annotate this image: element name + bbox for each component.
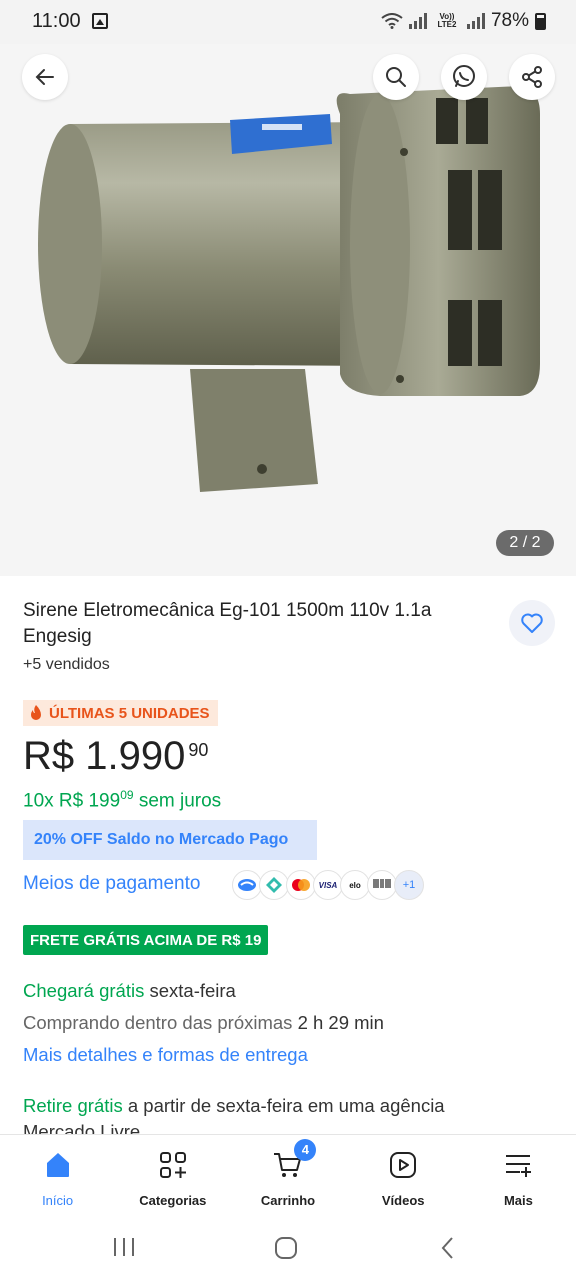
pickup-label: Retire grátis xyxy=(23,1095,123,1116)
back-nav-icon[interactable] xyxy=(438,1236,458,1260)
product-photo-siren xyxy=(38,86,540,492)
payment-icons[interactable]: VISA elo +1 xyxy=(232,870,424,900)
status-time: 11:00 xyxy=(32,10,81,32)
nav-categories-label: Categorias xyxy=(139,1193,207,1208)
arrow-left-icon xyxy=(35,69,54,85)
pickup-line: Retire grátis a partir de sexta-feira em… xyxy=(23,1095,445,1117)
visa-icon: VISA xyxy=(313,870,343,900)
installments-prefix: 10x R$ 199 xyxy=(23,790,121,812)
mastercard-icon xyxy=(286,870,316,900)
cart-badge: 4 xyxy=(294,1139,317,1161)
nav-categories[interactable]: Categorias xyxy=(115,1135,230,1214)
image-counter: 2 / 2 xyxy=(496,530,554,556)
system-navigation-bar xyxy=(0,1214,576,1280)
boleto-icon xyxy=(367,870,397,900)
last-units-text: ÚLTIMAS 5 UNIDADES xyxy=(49,704,210,722)
more-delivery-details-link[interactable]: Mais detalhes e formas de entrega xyxy=(23,1044,308,1066)
bottom-navigation: Início Categorias 4 Carrinho Vídeos Mais xyxy=(0,1134,576,1214)
nav-cart-label: Carrinho xyxy=(260,1193,316,1208)
nav-videos[interactable]: Vídeos xyxy=(346,1135,461,1214)
payment-methods-link[interactable]: Meios de pagamento xyxy=(23,873,200,895)
signal-icon xyxy=(408,13,427,29)
battery-percent: 78% xyxy=(490,10,529,31)
arrival-day: sexta-feira xyxy=(149,980,236,1001)
handshake-icon xyxy=(232,870,262,900)
buy-within-time: 2 h 29 min xyxy=(297,1012,384,1033)
buy-within-line: Comprando dentro das próximas 2 h 29 min xyxy=(23,1012,384,1034)
whatsapp-icon xyxy=(453,65,475,87)
product-image-gallery[interactable]: 2 / 2 xyxy=(0,44,576,576)
pickup-text-2: Mercado Livre xyxy=(23,1121,141,1134)
sold-count: +5 vendidos xyxy=(23,656,110,673)
installments: 10x R$ 19909 sem juros xyxy=(23,788,221,812)
gallery-notification-icon xyxy=(92,13,108,29)
search-icon xyxy=(386,67,406,87)
lte-label: Vo)) LTE2 xyxy=(437,12,457,29)
share-button[interactable] xyxy=(509,54,555,100)
home-nav-icon[interactable] xyxy=(274,1236,298,1260)
promo-banner: 20% OFF Saldo no Mercado Pago xyxy=(23,820,317,860)
nav-home-label: Início xyxy=(42,1193,74,1208)
home-icon xyxy=(42,1149,74,1181)
price: R$ 1.990 90 xyxy=(23,734,208,779)
installments-suffix: sem juros xyxy=(138,790,222,812)
installments-cents: 09 xyxy=(120,788,134,802)
product-details: Sirene Eletromecânica Eg-101 1500m 110v … xyxy=(0,576,576,1134)
search-button[interactable] xyxy=(373,54,419,100)
product-title: Sirene Eletromecânica Eg-101 1500m 110v … xyxy=(23,600,432,647)
free-shipping-badge: FRETE GRÁTIS ACIMA DE R$ 19 xyxy=(23,925,269,955)
pickup-text: a partir de sexta-feira em uma agência xyxy=(127,1095,445,1116)
buy-within-prefix: Comprando dentro das próximas xyxy=(23,1012,293,1033)
price-main: R$ 1.990 xyxy=(23,734,186,778)
wifi-icon xyxy=(381,13,403,29)
signal-icon-2 xyxy=(466,13,485,29)
arrival-line: Chegará grátis sexta-feira xyxy=(23,980,236,1002)
battery-icon xyxy=(535,12,546,30)
payment-more: +1 xyxy=(394,870,424,900)
nav-more[interactable]: Mais xyxy=(461,1135,576,1214)
favorite-button[interactable] xyxy=(509,600,555,646)
share-icon xyxy=(522,66,542,88)
price-cents: 90 xyxy=(188,740,209,760)
arrival-label: Chegará grátis xyxy=(23,980,145,1001)
elo-icon: elo xyxy=(340,870,370,900)
video-icon xyxy=(387,1149,419,1181)
nav-videos-label: Vídeos xyxy=(381,1193,425,1208)
nav-cart[interactable]: 4 Carrinho xyxy=(230,1135,345,1214)
fire-icon xyxy=(31,704,41,720)
pix-icon xyxy=(259,870,289,900)
nav-more-label: Mais xyxy=(503,1193,533,1208)
status-icons: Vo)) LTE2 78% xyxy=(381,10,546,32)
categories-icon xyxy=(157,1149,189,1181)
last-units-badge: ÚLTIMAS 5 UNIDADES xyxy=(23,700,218,726)
back-button[interactable] xyxy=(22,54,68,100)
recent-apps-icon[interactable] xyxy=(112,1236,136,1258)
status-bar: 11:00 Vo)) LTE2 78% xyxy=(0,0,576,44)
nav-home[interactable]: Início xyxy=(0,1135,115,1214)
heart-icon xyxy=(521,613,543,633)
menu-more-icon xyxy=(502,1149,534,1181)
whatsapp-button[interactable] xyxy=(441,54,487,100)
